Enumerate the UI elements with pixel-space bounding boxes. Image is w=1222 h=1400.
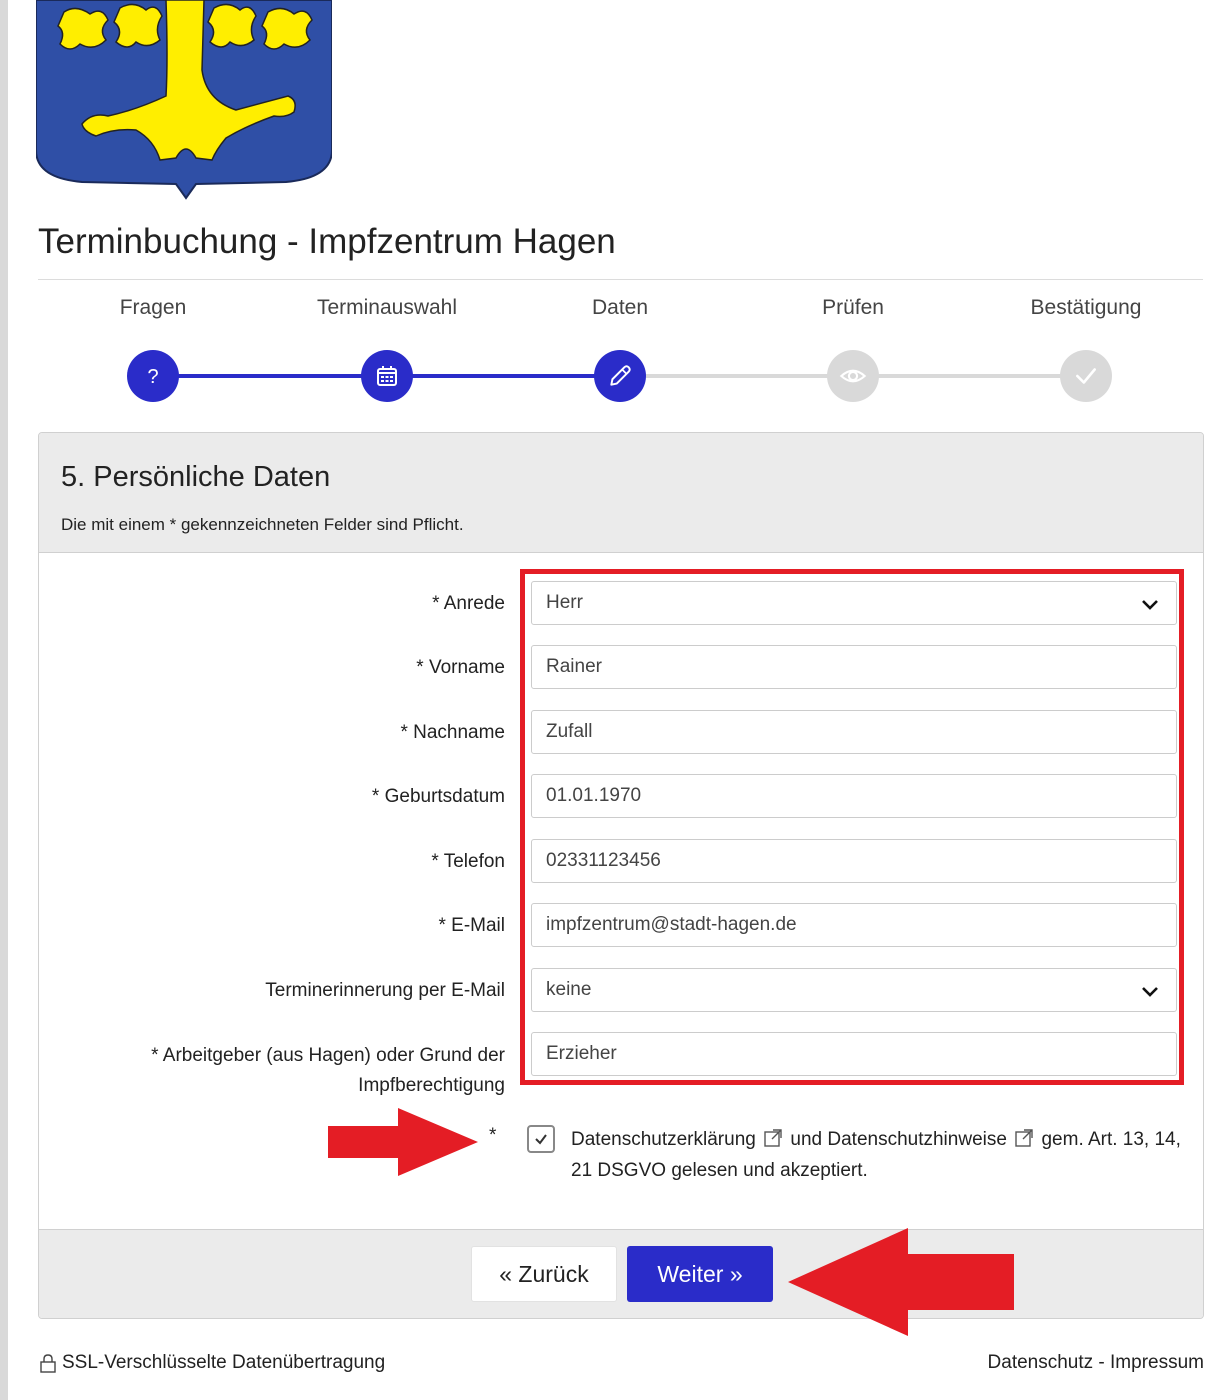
datenschutzhinweise-link[interactable]: Datenschutzhinweise <box>827 1129 1007 1150</box>
ssl-notice: SSL-Verschlüsselte Datenübertragung <box>38 1352 385 1374</box>
footer-links[interactable]: Datenschutz - Impressum <box>988 1352 1204 1374</box>
checkmark-icon <box>535 1134 547 1145</box>
step-label-terminauswahl: Terminauswahl <box>316 296 458 319</box>
question-icon: ? <box>147 366 158 388</box>
pencil-icon <box>610 365 631 386</box>
step-label-bestaetigung: Bestätigung <box>1030 296 1142 319</box>
hagen-coat-of-arms-logo <box>36 0 332 200</box>
geburtsdatum-label: * Geburtsdatum <box>371 786 505 807</box>
external-link-icon <box>764 1129 782 1147</box>
panel-footer: « Zurück Weiter » <box>39 1229 1203 1318</box>
check-icon <box>1076 368 1096 384</box>
email-label: * E-Mail <box>438 915 505 936</box>
highlight-box-annotation <box>520 569 1184 1085</box>
left-border <box>0 0 8 1400</box>
consent-checkbox[interactable] <box>527 1125 555 1153</box>
lock-icon <box>40 1354 56 1373</box>
consent-text: Datenschutzerklärung und Datenschutzhinw… <box>571 1124 1181 1186</box>
anrede-label: * Anrede <box>432 593 505 614</box>
step-bestaetigung <box>1060 350 1112 402</box>
step-label-fragen: Fragen <box>119 296 187 319</box>
step-label-daten: Daten <box>591 296 649 319</box>
next-button[interactable]: Weiter » <box>627 1246 773 1302</box>
red-arrow-annotation <box>328 1108 478 1176</box>
step-terminauswahl[interactable] <box>361 350 413 402</box>
arbeitgeber-label: * Arbeitgeber (aus Hagen) oder Grund der… <box>151 1041 505 1101</box>
telefon-label: * Telefon <box>431 851 505 872</box>
consent-required-star: * <box>489 1125 497 1146</box>
datenschutzerklaerung-link[interactable]: Datenschutzerklärung <box>571 1129 756 1150</box>
arbeitgeber-label-line1: * Arbeitgeber (aus Hagen) oder Grund der <box>151 1045 505 1066</box>
consent-and: und <box>790 1129 823 1150</box>
nachname-label: * Nachname <box>400 722 505 743</box>
panel-header: 5. Persönliche Daten Die mit einem * gek… <box>39 433 1203 553</box>
step-pruefen <box>827 350 879 402</box>
red-arrow-annotation <box>788 1228 1014 1336</box>
ssl-notice-text: SSL-Verschlüsselte Datenübertragung <box>62 1352 386 1373</box>
step-label-pruefen: Prüfen <box>822 296 884 319</box>
step-fragen[interactable]: ? <box>127 350 179 402</box>
title-divider <box>38 279 1203 280</box>
external-link-icon <box>1015 1129 1033 1147</box>
arbeitgeber-label-line2: Impfberechtigung <box>358 1075 505 1096</box>
vorname-label: * Vorname <box>416 657 505 678</box>
form-title: 5. Persönliche Daten <box>61 461 331 493</box>
required-fields-note: Die mit einem * gekennzeichneten Felder … <box>61 515 464 534</box>
terminerinnerung-label: Terminerinnerung per E-Mail <box>265 980 505 1001</box>
page-title: Terminbuchung - Impfzentrum Hagen <box>38 222 616 261</box>
back-button[interactable]: « Zurück <box>471 1246 617 1302</box>
calendar-icon <box>377 366 397 386</box>
step-daten[interactable] <box>594 350 646 402</box>
progress-stepper: Fragen Terminauswahl Daten Prüfen Bestät… <box>38 292 1203 402</box>
eye-icon <box>839 369 867 383</box>
svg-text:?: ? <box>147 366 158 388</box>
